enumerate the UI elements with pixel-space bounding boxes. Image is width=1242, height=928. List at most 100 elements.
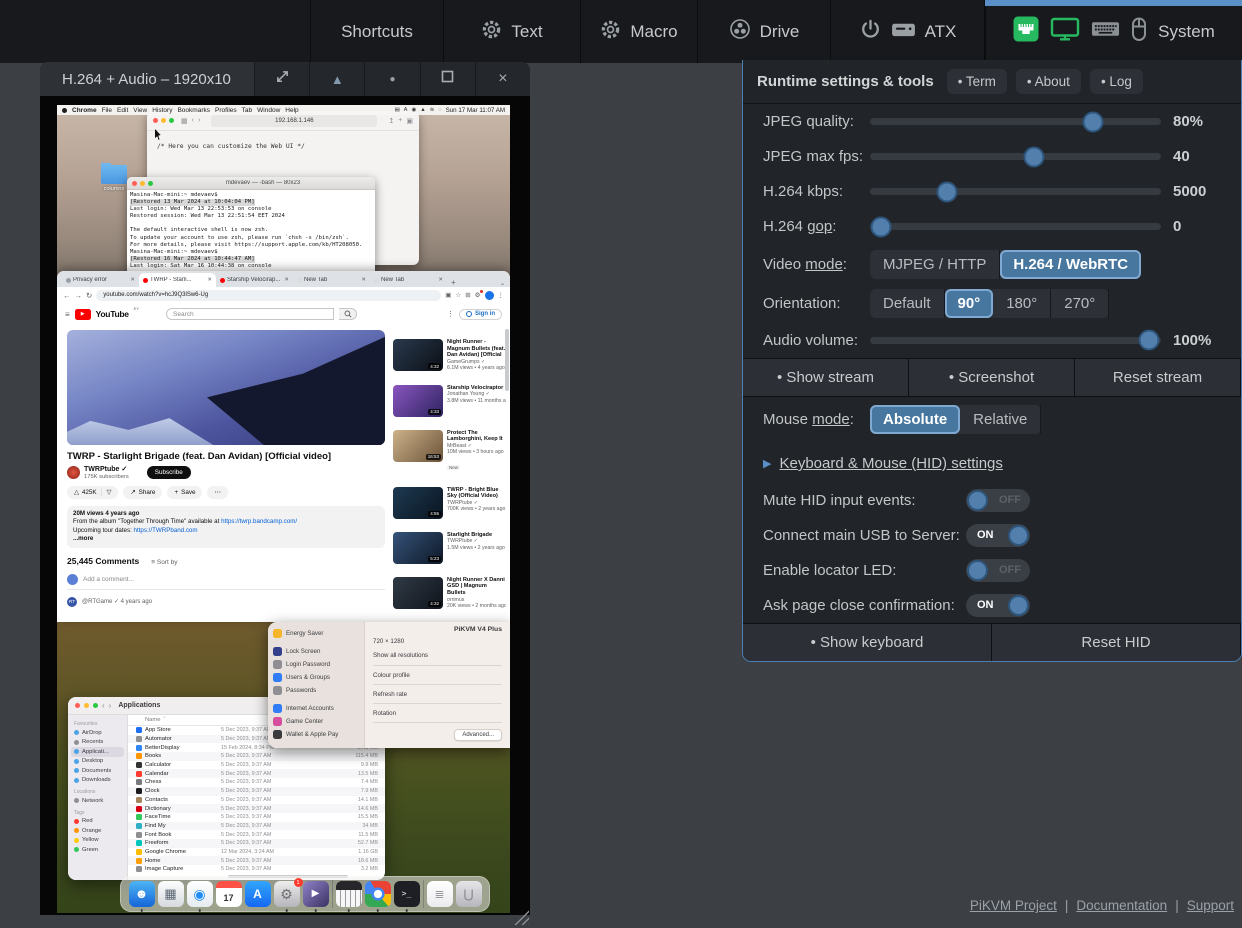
slider-track[interactable] xyxy=(870,188,1161,195)
stream-action-button[interactable]: • Screenshot xyxy=(909,359,1075,396)
finder-sidebar-entry: Green xyxy=(71,845,124,855)
slider-knob[interactable] xyxy=(937,181,958,202)
slider-row: H.264 kbps: 5000 xyxy=(743,174,1241,209)
file-name: Clock xyxy=(145,788,221,794)
terminal-line: For more details, please visit https://s… xyxy=(130,242,362,249)
toggle-knob xyxy=(1008,525,1029,546)
slider-value: 100% xyxy=(1161,332,1227,349)
hid-action-button[interactable]: Reset HID xyxy=(992,624,1241,661)
panel-header-button[interactable]: • About xyxy=(1016,69,1081,94)
youtube-search-input: Search xyxy=(166,308,334,320)
orientation-option[interactable]: 90° xyxy=(945,289,994,318)
more-actions-button: ⋯ xyxy=(207,486,227,499)
video-title: Starlight Brigade xyxy=(447,532,506,539)
mouse-mode-options: AbsoluteRelative xyxy=(870,405,1041,434)
toggle-switch[interactable]: OFF xyxy=(966,559,1030,582)
file-name: Chess xyxy=(145,779,221,785)
related-video-item: 4:32 Night Runner - Magnum Bullets (feat… xyxy=(393,339,506,372)
slider-track[interactable] xyxy=(870,118,1161,125)
plus-icon: + xyxy=(174,489,178,496)
window-size-button[interactable] xyxy=(420,62,475,96)
menu-item-macro[interactable]: Macro xyxy=(580,0,697,63)
channel-avatar xyxy=(67,466,80,479)
stream-window-header[interactable]: H.264 + Audio – 1920x10 ▲ ● × xyxy=(40,62,530,96)
video-mode-option[interactable]: H.264 / WebRTC xyxy=(1000,250,1141,279)
file-size: 13.5 MB xyxy=(311,771,385,777)
toggle-switch[interactable]: ON xyxy=(966,594,1030,617)
remote-desktop-stream[interactable]: ChromeFileEditViewHistoryBookmarksProfil… xyxy=(57,105,510,913)
sidebar-item-icon xyxy=(74,730,79,735)
remote-system-settings-window: Energy Saver Lock Screen Login Password xyxy=(268,622,510,748)
dock-icon-app-store: A xyxy=(245,881,271,907)
stream-window: H.264 + Audio – 1920x10 ▲ ● × ChromeFile… xyxy=(40,62,530,915)
comments-header: 25,445 Comments ≡ Sort by xyxy=(67,556,385,566)
panel-header-button[interactable]: • Term xyxy=(947,69,1007,94)
toggle-switch[interactable]: OFF xyxy=(966,489,1030,512)
share-icon: ↗ xyxy=(130,489,135,496)
documentation-link[interactable]: Documentation xyxy=(1076,898,1167,913)
commenter-avatar: RT xyxy=(67,597,77,607)
menu-item-drive[interactable]: Drive xyxy=(697,0,830,63)
video-mode-option[interactable]: MJPEG / HTTP xyxy=(870,250,1000,279)
slider-knob[interactable] xyxy=(1024,146,1045,167)
support-link[interactable]: Support xyxy=(1187,898,1234,913)
menu-item-text[interactable]: Text xyxy=(443,0,580,63)
remote-status-icon: ◉ xyxy=(411,107,416,113)
slider-knob[interactable] xyxy=(1082,111,1103,132)
remote-terminal-output: Masina-Mac-mini:~ mdevaev$[Restored 13 M… xyxy=(127,190,375,272)
orientation-option[interactable]: 180° xyxy=(993,289,1051,318)
dock-icon-safari: ◉ xyxy=(187,881,213,907)
orientation-option[interactable]: 270° xyxy=(1051,289,1109,318)
raise-window-button[interactable]: ▲ xyxy=(309,62,364,96)
remote-status-icon: ◌ xyxy=(438,107,441,113)
hid-settings-link[interactable]: Keyboard & Mouse (HID) settings xyxy=(779,455,1002,472)
sidebar-item-icon xyxy=(74,798,79,803)
video-title: TWRP - Bright Blue Sky (Official Video) xyxy=(447,487,506,500)
stream-action-button[interactable]: • Show stream xyxy=(743,359,909,396)
finder-sidebar-entry: Yellow xyxy=(71,836,124,846)
mouse-mode-option[interactable]: Absolute xyxy=(870,405,960,434)
file-date: 5 Dec 2023, 9:37 AM xyxy=(221,788,311,794)
chrome-tab: TWRP - Starli... ✕ xyxy=(139,273,216,287)
hid-action-button[interactable]: • Show keyboard xyxy=(743,624,992,661)
orientation-option[interactable]: Default xyxy=(870,289,945,318)
computer-case-icon xyxy=(891,20,916,44)
reload-icon: ↻ xyxy=(86,291,92,300)
menu-item-atx[interactable]: ATX xyxy=(830,0,985,63)
toggle-label: Ask page close confirmation: xyxy=(763,597,966,614)
fullscreen-button[interactable] xyxy=(254,62,309,96)
toggle-switch[interactable]: ON xyxy=(966,524,1030,547)
channel-name: TWRPtube ✓ xyxy=(84,466,129,474)
panel-header-button[interactable]: • Log xyxy=(1090,69,1143,94)
remote-menu-item: Window xyxy=(257,107,280,114)
settings-item-label: Energy Saver xyxy=(286,630,324,637)
slider-knob[interactable] xyxy=(1139,330,1160,351)
sidebar-item-icon xyxy=(74,778,79,783)
terminal-line: The default interactive shell is now zsh… xyxy=(130,227,268,234)
slider-track[interactable] xyxy=(870,153,1161,160)
slider-section: JPEG quality: 80% JPEG max fps: 40 H.264… xyxy=(743,104,1241,244)
menu-item-shortcuts[interactable]: Shortcuts xyxy=(310,0,443,63)
tab-title: Privacy error xyxy=(73,277,128,283)
file-app-icon xyxy=(136,866,142,872)
dock-icon-system-settings: ⚙ 1 xyxy=(274,881,300,907)
video-title: Night Runner X Danni GSD | Magnum Bullet… xyxy=(447,577,506,597)
slider-track[interactable] xyxy=(870,223,1161,230)
dock-icon-finder: ☻ xyxy=(129,881,155,907)
close-window-button[interactable]: × xyxy=(475,62,530,96)
gear-icon xyxy=(481,19,502,45)
original-size-button[interactable]: ● xyxy=(364,62,419,96)
slider-track[interactable] xyxy=(870,337,1161,344)
orientation-label: Orientation: xyxy=(763,295,870,312)
youtube-watch-main: TWRP - Starlight Brigade (feat. Dan Avid… xyxy=(67,330,385,607)
mouse-mode-option[interactable]: Relative xyxy=(960,405,1041,434)
finder-file-row: Dictionary 5 Dec 2023, 9:37 AM 14.6 MB xyxy=(128,804,385,813)
menu-item-system[interactable]: System xyxy=(985,0,1242,63)
slider-knob[interactable] xyxy=(870,216,891,237)
pikvm-project-link[interactable]: PiKVM Project xyxy=(970,898,1057,913)
triangle-up-icon: ▲ xyxy=(331,72,344,87)
file-name: Freeform xyxy=(145,840,221,846)
finder-file-row: Google Chrome 12 Mar 2024, 3:24 AM 1.16 … xyxy=(128,848,385,857)
stream-action-button[interactable]: Reset stream xyxy=(1075,359,1241,396)
remote-menu-item: Tab xyxy=(242,107,252,114)
